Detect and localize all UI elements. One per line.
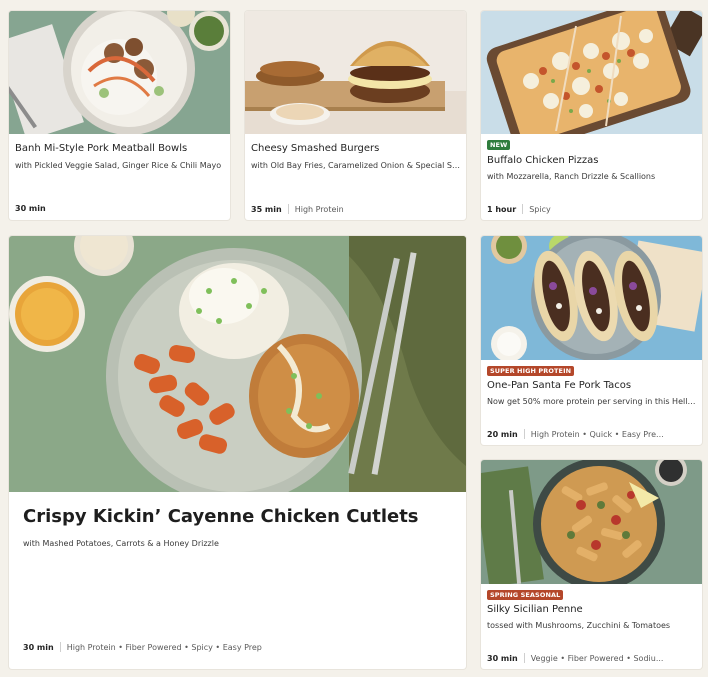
recipe-tags: Veggie • Fiber Powered • Sodiu... xyxy=(530,653,664,663)
cook-time: 1 hour xyxy=(487,204,517,214)
card-meta: 1 hour Spicy xyxy=(487,204,551,214)
burger-photo xyxy=(245,11,466,134)
card-subtitle: tossed with Mushrooms, Zucchini & Tomato… xyxy=(487,621,671,630)
card-subtitle: with Old Bay Fries, Caramelized Onion & … xyxy=(251,161,463,170)
penne-photo xyxy=(481,460,702,584)
meta-divider xyxy=(523,429,525,439)
recipe-tags: High Protein xyxy=(294,204,344,214)
meatball-bowl-photo xyxy=(9,11,230,134)
card-subtitle: with Mashed Potatoes, Carrots & a Honey … xyxy=(23,539,219,548)
recipe-tags: Spicy xyxy=(529,204,551,214)
recipe-card-penne[interactable]: SPRING SEASONAL Silky Sicilian Penne tos… xyxy=(481,460,702,669)
card-title[interactable]: Cheesy Smashed Burgers xyxy=(251,143,379,154)
card-meta: 30 min High Protein • Fiber Powered • Sp… xyxy=(23,642,262,652)
cook-time: 20 min xyxy=(487,429,518,439)
card-meta: 30 min xyxy=(15,204,46,213)
card-title[interactable]: Silky Sicilian Penne xyxy=(487,604,583,615)
spring-seasonal-badge: SPRING SEASONAL xyxy=(487,590,564,600)
recipe-tags: High Protein • Quick • Easy Pre... xyxy=(530,429,664,439)
recipe-card-tacos[interactable]: SUPER HIGH PROTEIN One-Pan Santa Fe Pork… xyxy=(481,236,702,445)
card-title[interactable]: Banh Mi-Style Pork Meatball Bowls xyxy=(15,143,187,154)
recipe-tags: High Protein • Fiber Powered • Spicy • E… xyxy=(66,642,262,652)
meta-divider xyxy=(523,653,525,663)
tacos-photo xyxy=(481,236,702,360)
recipe-card-banh-mi[interactable]: Banh Mi-Style Pork Meatball Bowls with P… xyxy=(9,11,230,220)
cook-time: 30 min xyxy=(15,204,46,213)
recipe-card-burgers[interactable]: Cheesy Smashed Burgers with Old Bay Frie… xyxy=(245,11,466,220)
new-badge: NEW xyxy=(487,140,511,150)
recipe-card-featured-chicken[interactable]: Crispy Kickin’ Cayenne Chicken Cutlets w… xyxy=(9,236,466,669)
cook-time: 30 min xyxy=(23,642,54,652)
super-high-protein-badge: SUPER HIGH PROTEIN xyxy=(487,366,575,376)
card-subtitle: with Pickled Veggie Salad, Ginger Rice &… xyxy=(15,161,222,170)
card-title[interactable]: Buffalo Chicken Pizzas xyxy=(487,155,598,166)
card-subtitle: Now get 50% more protein per serving in … xyxy=(487,397,699,406)
pizza-photo xyxy=(481,11,702,134)
cook-time: 30 min xyxy=(487,653,518,663)
card-meta: 20 min High Protein • Quick • Easy Pre..… xyxy=(487,429,664,439)
card-meta: 35 min High Protein xyxy=(251,204,344,214)
meta-divider xyxy=(287,204,289,214)
card-subtitle: with Mozzarella, Ranch Drizzle & Scallio… xyxy=(487,172,656,181)
card-meta: 30 min Veggie • Fiber Powered • Sodiu... xyxy=(487,653,663,663)
chicken-cutlet-photo xyxy=(9,236,466,492)
meta-divider xyxy=(59,642,61,652)
meta-divider xyxy=(522,204,524,214)
cook-time: 35 min xyxy=(251,204,282,214)
card-title[interactable]: One-Pan Santa Fe Pork Tacos xyxy=(487,380,631,391)
recipe-card-pizzas[interactable]: NEW Buffalo Chicken Pizzas with Mozzarel… xyxy=(481,11,702,220)
card-title[interactable]: Crispy Kickin’ Cayenne Chicken Cutlets xyxy=(23,506,419,527)
